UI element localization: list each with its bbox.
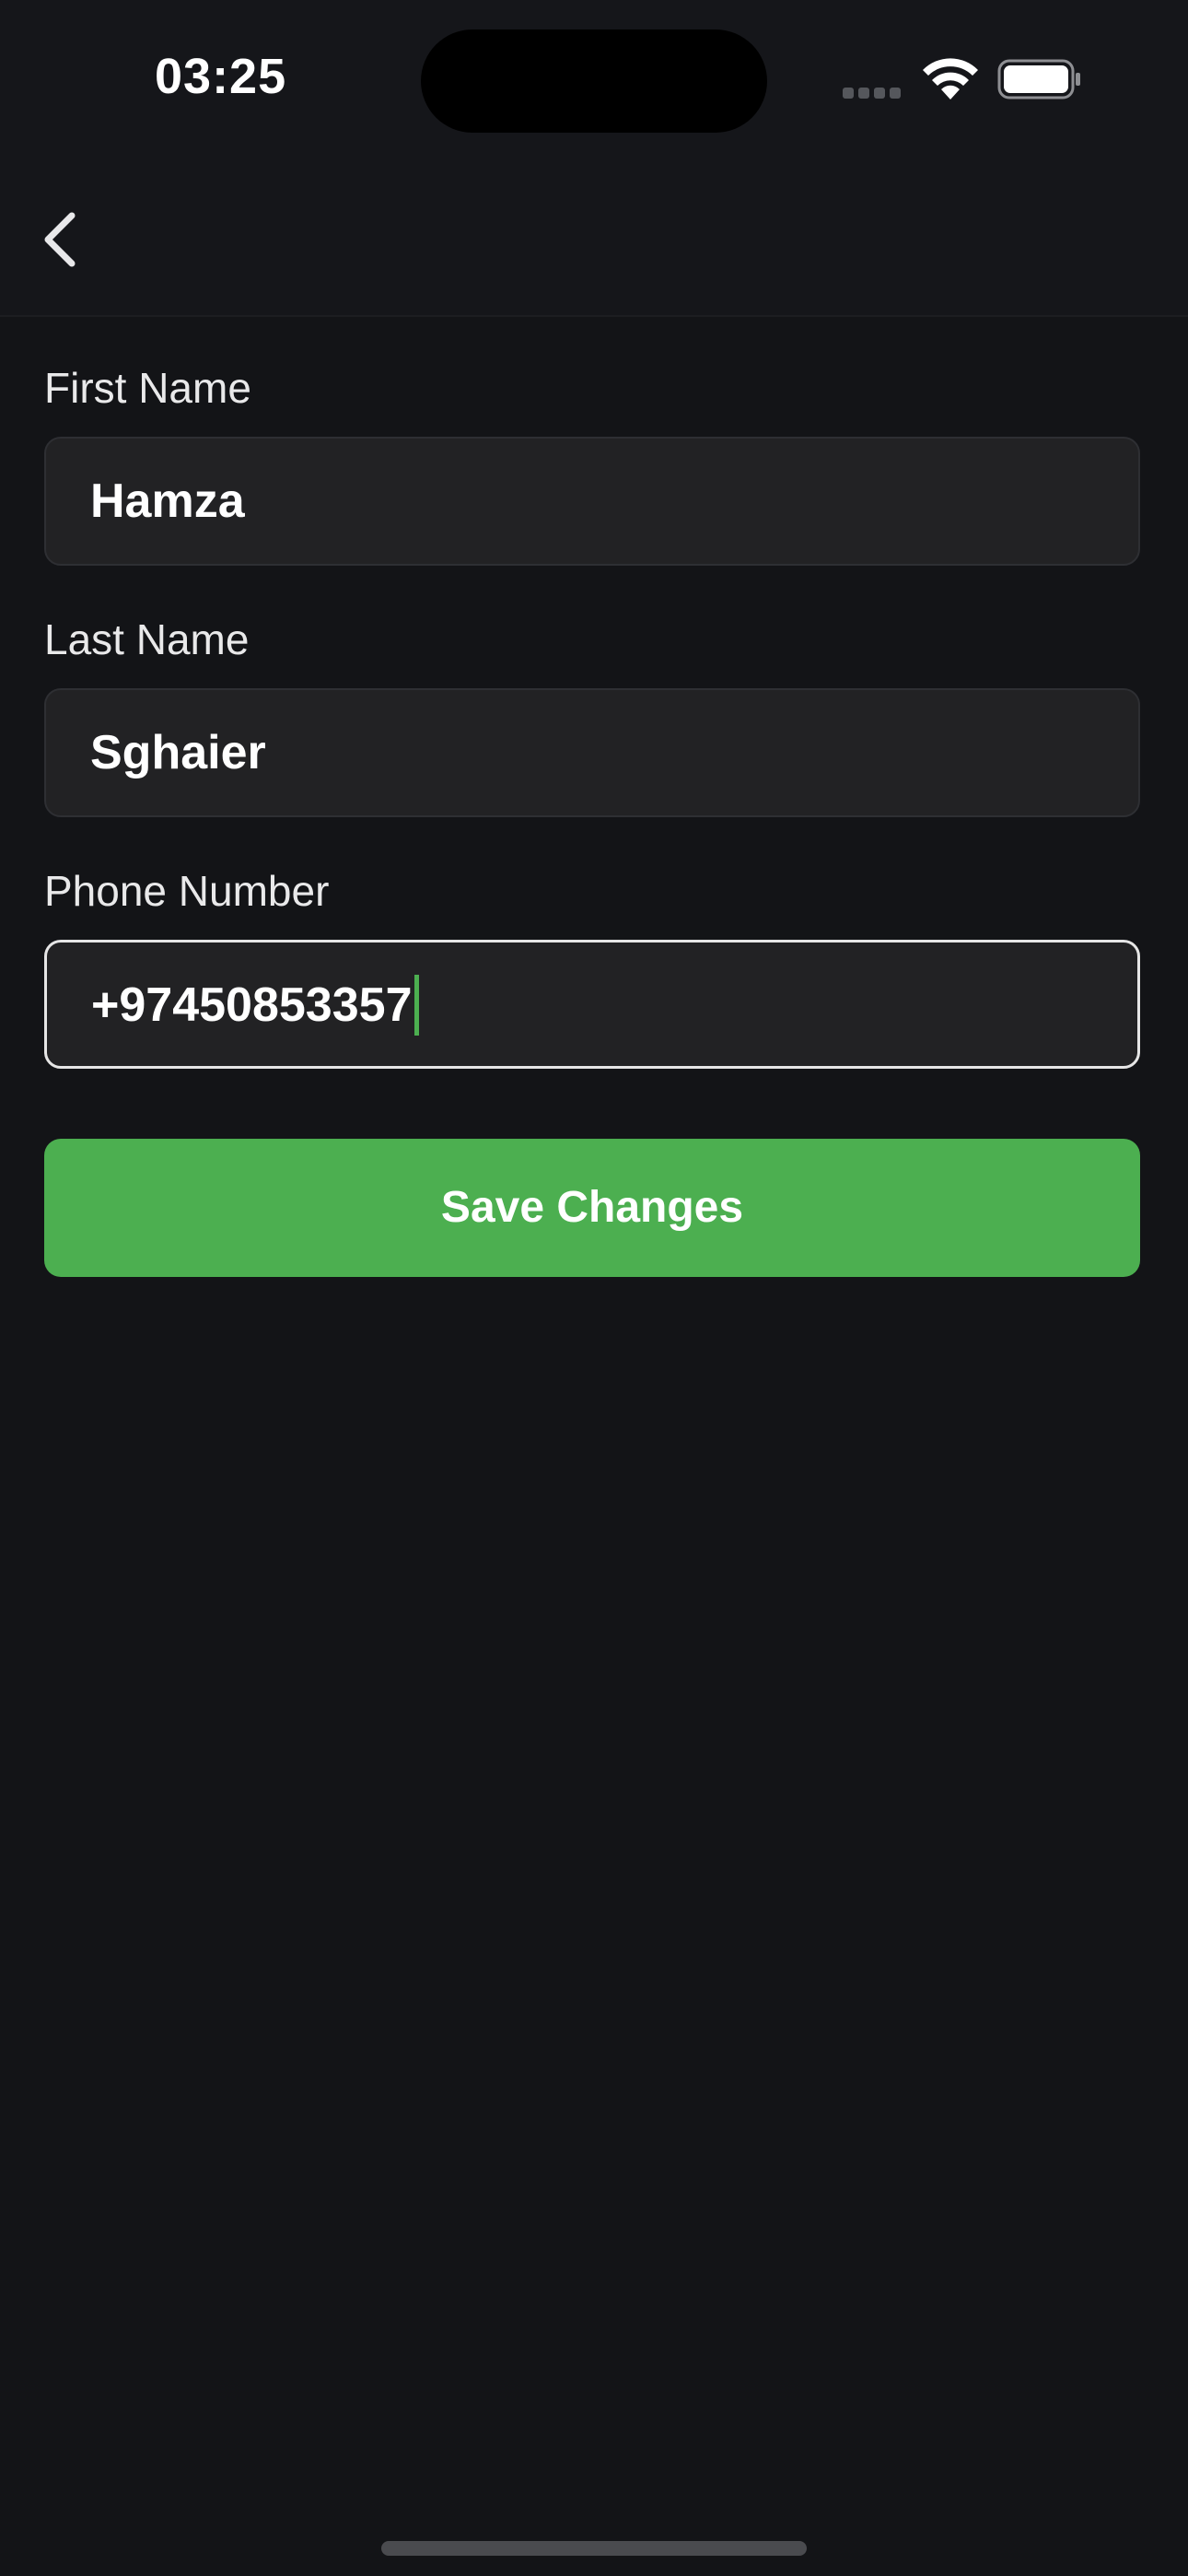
text-caret: [413, 975, 419, 1036]
phone-number-label: Phone Number: [44, 867, 330, 915]
first-name-value: Hamza: [90, 474, 245, 528]
edit-profile-screen: 03:25 First Name Hamza Last Name Sghaier: [0, 0, 1188, 2576]
chevron-left-icon: [44, 212, 76, 267]
last-name-label: Last Name: [44, 615, 250, 663]
dynamic-island: [421, 29, 767, 133]
first-name-field[interactable]: Hamza: [44, 437, 1140, 566]
status-bar: 03:25: [0, 0, 1188, 157]
status-time: 03:25: [155, 49, 287, 104]
first-name-label: First Name: [44, 364, 251, 412]
home-indicator[interactable]: [381, 2541, 807, 2556]
signal-icon: [843, 87, 905, 99]
phone-number-value-wrapper: +97450853357: [91, 943, 419, 1068]
phone-number-value: +97450853357: [91, 978, 413, 1032]
battery-icon: [997, 59, 1080, 100]
wifi-icon: [923, 58, 978, 100]
phone-number-field[interactable]: +97450853357: [44, 940, 1140, 1069]
last-name-value: Sghaier: [90, 726, 266, 779]
last-name-field[interactable]: Sghaier: [44, 688, 1140, 817]
save-changes-button[interactable]: Save Changes: [44, 1139, 1140, 1277]
navigation-header: [0, 157, 1188, 317]
back-button[interactable]: [28, 203, 92, 276]
